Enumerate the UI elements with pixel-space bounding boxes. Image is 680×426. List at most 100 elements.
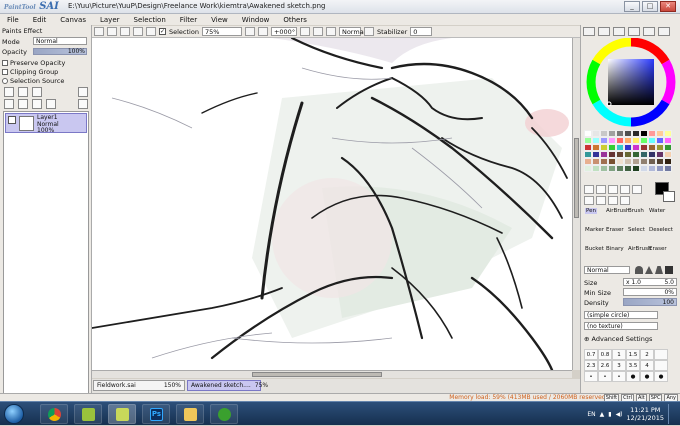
color-swatch[interactable] (616, 130, 624, 137)
rotate-right-button[interactable] (312, 27, 323, 36)
tool-eraser-2[interactable]: Eraser (649, 246, 667, 252)
size-preset[interactable]: 1.5 (626, 349, 640, 360)
color-swatch[interactable] (600, 130, 608, 137)
vertical-scrollbar[interactable] (572, 38, 580, 370)
size-field[interactable]: x 1.0 5.0 (623, 278, 677, 286)
delete-layer-icon[interactable] (78, 99, 88, 109)
utorrent-icon[interactable] (210, 404, 238, 424)
selection-checkbox[interactable]: ✓ (159, 28, 166, 35)
tool-select[interactable]: Select (628, 227, 645, 233)
new-view-button[interactable] (94, 27, 104, 36)
clipping-group-checkbox[interactable] (2, 69, 8, 75)
color-swatch[interactable] (632, 130, 640, 137)
size-dot[interactable]: • (598, 371, 612, 382)
color-swatch[interactable] (632, 158, 640, 165)
color-swatch[interactable] (616, 151, 624, 158)
swatches-tab[interactable] (628, 27, 640, 36)
color-swatch[interactable] (632, 144, 640, 151)
color-swatch[interactable] (624, 130, 632, 137)
color-swatch[interactable] (600, 158, 608, 165)
brush-blend-select[interactable]: Normal (584, 266, 630, 274)
size-preset[interactable]: 1 (612, 349, 626, 360)
color-swatch[interactable] (616, 137, 624, 144)
color-swatch[interactable] (664, 151, 672, 158)
drawing-canvas[interactable] (92, 38, 572, 370)
chrome-icon[interactable] (40, 404, 68, 424)
color-swatch[interactable] (664, 137, 672, 144)
stabilizer-select[interactable]: 0 (410, 27, 433, 36)
volume-icon[interactable]: ◀) (616, 411, 623, 418)
color-swatch[interactable] (616, 158, 624, 165)
color-swatch[interactable] (640, 158, 648, 165)
color-swatch[interactable] (592, 144, 600, 151)
color-swatch[interactable] (608, 144, 616, 151)
visibility-eye-icon[interactable] (8, 116, 16, 124)
color-swatch[interactable] (656, 130, 664, 137)
color-swatch[interactable] (632, 165, 640, 172)
color-swatch[interactable] (664, 158, 672, 165)
paints-effect-header[interactable]: Paints Effect (2, 27, 42, 35)
color-swatch[interactable] (640, 165, 648, 172)
size-preset[interactable]: 0.7 (584, 349, 598, 360)
min-size-field[interactable]: 0% (623, 288, 677, 296)
tool-deselect[interactable]: Deselect (649, 227, 673, 233)
color-swatch[interactable] (632, 151, 640, 158)
maximize-button[interactable]: □ (642, 1, 658, 12)
color-swatch[interactable] (584, 158, 592, 165)
size-preset[interactable]: 2 (640, 349, 654, 360)
show-desktop-button[interactable] (668, 404, 674, 424)
size-dot[interactable]: ● (654, 371, 668, 382)
color-swatch[interactable] (608, 165, 616, 172)
tool-binary[interactable]: Binary (606, 246, 624, 252)
file-tab-fieldwork[interactable]: Fieldwork.sai 150% (93, 380, 185, 391)
clipping-group-row[interactable]: Clipping Group (2, 68, 58, 76)
color-swatch[interactable] (648, 158, 656, 165)
opacity-slider[interactable]: 100% (33, 48, 87, 55)
zoom-fit-button[interactable] (107, 27, 117, 36)
merge-down-icon[interactable] (18, 99, 28, 109)
zoom-icon[interactable] (584, 196, 594, 205)
color-swatch[interactable] (624, 144, 632, 151)
color-swatch[interactable] (616, 144, 624, 151)
tool-bucket[interactable]: Bucket (585, 246, 604, 252)
color-swatch[interactable] (608, 151, 616, 158)
color-swatch[interactable] (624, 158, 632, 165)
color-swatch[interactable] (592, 158, 600, 165)
color-swatch[interactable] (648, 137, 656, 144)
color-swatch[interactable] (600, 165, 608, 172)
horizontal-scrollbar[interactable] (92, 370, 572, 378)
size-preset[interactable] (654, 349, 668, 360)
menu-others[interactable]: Others (276, 14, 314, 25)
color-swatch[interactable] (608, 137, 616, 144)
color-swatch[interactable] (584, 137, 592, 144)
eyedropper-icon[interactable] (620, 185, 630, 194)
hand-icon[interactable] (608, 196, 618, 205)
menu-selection[interactable]: Selection (127, 14, 173, 25)
eyedropper-2-icon[interactable] (620, 196, 630, 205)
tool-marker[interactable]: Marker (585, 227, 604, 233)
reset-view-button[interactable] (146, 27, 156, 36)
zoom-minus-button[interactable] (244, 27, 255, 36)
transfer-down-icon[interactable] (4, 99, 14, 109)
color-swatch[interactable] (656, 137, 664, 144)
menu-window[interactable]: Window (235, 14, 277, 25)
color-swatch[interactable] (600, 137, 608, 144)
scratchpad-tab[interactable] (643, 27, 655, 36)
network-icon[interactable]: ▮ (608, 411, 611, 418)
hsv-slider-tab[interactable] (613, 27, 625, 36)
photoshop-icon[interactable]: Ps (142, 404, 170, 424)
color-swatch[interactable] (648, 130, 656, 137)
brush-shape-round-icon[interactable] (635, 266, 643, 274)
zoom-field[interactable]: 75% (201, 27, 242, 36)
zoom-plus-button[interactable] (257, 27, 268, 36)
layer-row[interactable]: Layer1 Normal 100% (5, 113, 87, 134)
size-preset[interactable]: 4 (640, 360, 654, 371)
color-swatch[interactable] (584, 130, 592, 137)
new-layer-icon[interactable] (4, 87, 14, 97)
size-preset[interactable]: 3.5 (626, 360, 640, 371)
color-swatch[interactable] (592, 137, 600, 144)
color-swatch[interactable] (640, 144, 648, 151)
brush-shape-square-icon[interactable] (665, 266, 673, 274)
rotation-field[interactable]: +000° (270, 27, 297, 36)
menu-layer[interactable]: Layer (93, 14, 127, 25)
